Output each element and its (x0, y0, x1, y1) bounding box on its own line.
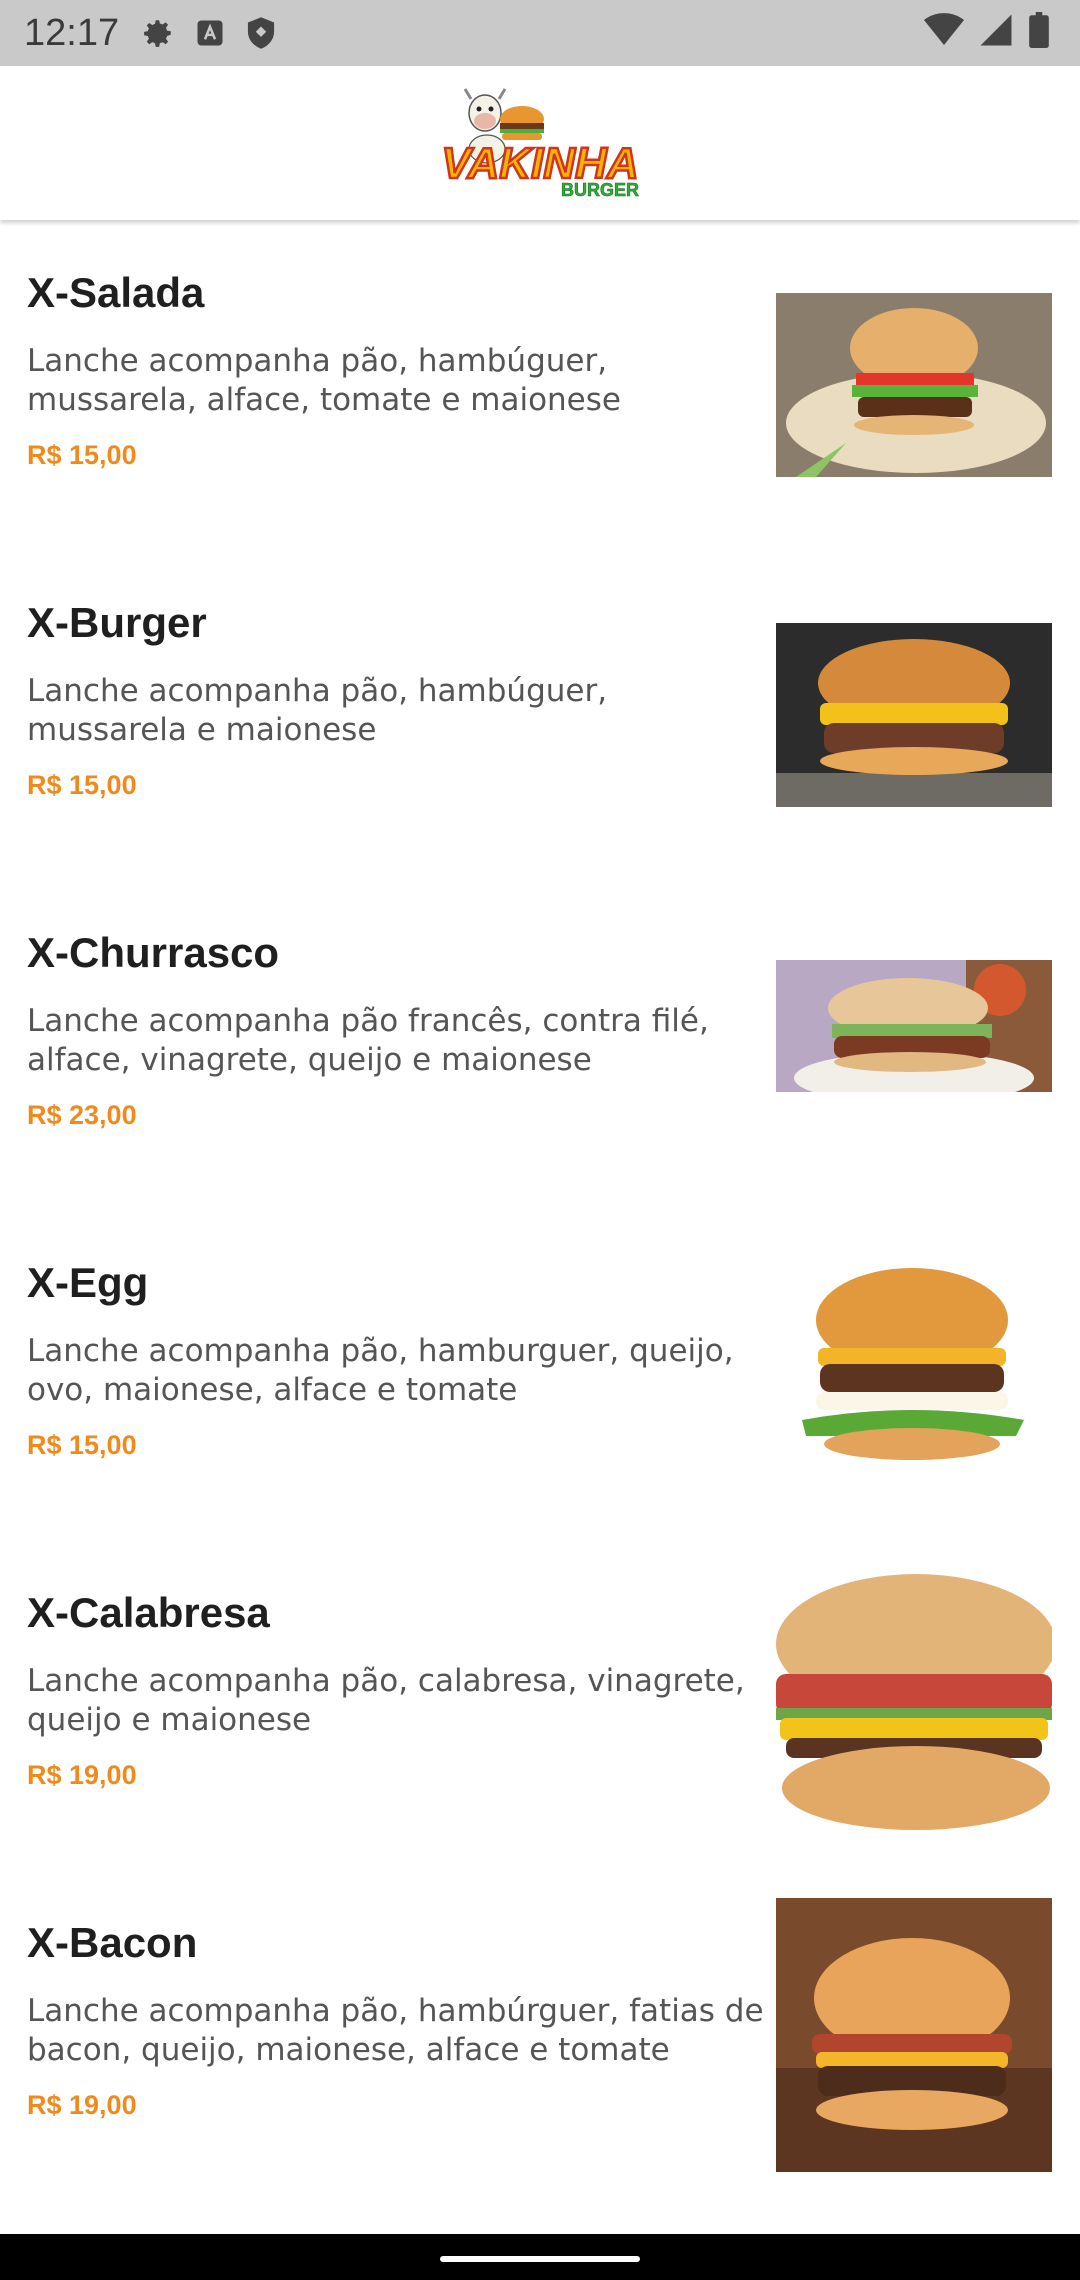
battery-icon (1028, 12, 1050, 48)
product-item-x-egg[interactable]: X-Egg Lanche acompanha pão, hamburguer, … (0, 1212, 1080, 1542)
product-item-x-calabresa[interactable]: X-Calabresa Lanche acompanha pão, calabr… (0, 1542, 1080, 1872)
brand-logo: VAKINHA BURGER (440, 88, 640, 200)
system-navigation-bar (0, 2234, 1080, 2280)
app-header: VAKINHA BURGER (0, 66, 1080, 220)
product-description: Lanche acompanha pão, hamburguer, queijo… (27, 1333, 734, 1408)
product-description: Lanche acompanha pão, calabresa, vinagre… (27, 1663, 745, 1738)
product-item-x-salada[interactable]: X-Salada Lanche acompanha pão, hambúguer… (0, 222, 1080, 552)
product-description: Lanche acompanha pão, hambúguer, mussare… (27, 343, 621, 418)
product-image (776, 293, 1052, 477)
product-price: R$ 19,00 (27, 2090, 137, 2120)
product-image (776, 623, 1052, 807)
product-description: Lanche acompanha pão francês, contra fil… (27, 1003, 709, 1078)
product-name: X-Churrasco (27, 929, 280, 976)
home-indicator[interactable] (440, 2256, 640, 2262)
status-time: 12:17 (24, 11, 120, 54)
product-price: R$ 15,00 (27, 1430, 137, 1460)
product-price: R$ 15,00 (27, 770, 137, 800)
product-image (776, 1574, 1052, 1832)
product-price: R$ 23,00 (27, 1100, 137, 1130)
product-description: Lanche acompanha pão, hambúrguer, fatias… (27, 1993, 764, 2068)
product-item-x-bacon[interactable]: X-Bacon Lanche acompanha pão, hambúrguer… (0, 1872, 1080, 2202)
product-name: X-Bacon (27, 1919, 198, 1966)
signal-icon (978, 13, 1014, 47)
product-name: X-Egg (27, 1259, 149, 1306)
product-image (776, 1898, 1052, 2172)
product-image (776, 1260, 1052, 1480)
product-item-x-burger[interactable]: X-Burger Lanche acompanha pão, hambúguer… (0, 552, 1080, 882)
logo-text-sub: BURGER (561, 180, 639, 200)
product-name: X-Burger (27, 599, 207, 646)
product-image (776, 960, 1052, 1092)
product-name: X-Salada (27, 269, 205, 316)
wifi-icon (924, 13, 964, 47)
status-bar: 12:17 (0, 0, 1080, 66)
product-price: R$ 15,00 (27, 440, 137, 470)
text-a-icon (195, 18, 225, 48)
product-name: X-Calabresa (27, 1589, 270, 1636)
shield-icon (245, 16, 277, 50)
product-description: Lanche acompanha pão, hambúguer, mussare… (27, 673, 608, 748)
settings-icon (141, 16, 175, 50)
product-price: R$ 19,00 (27, 1760, 137, 1790)
product-item-x-churrasco[interactable]: X-Churrasco Lanche acompanha pão francês… (0, 882, 1080, 1212)
